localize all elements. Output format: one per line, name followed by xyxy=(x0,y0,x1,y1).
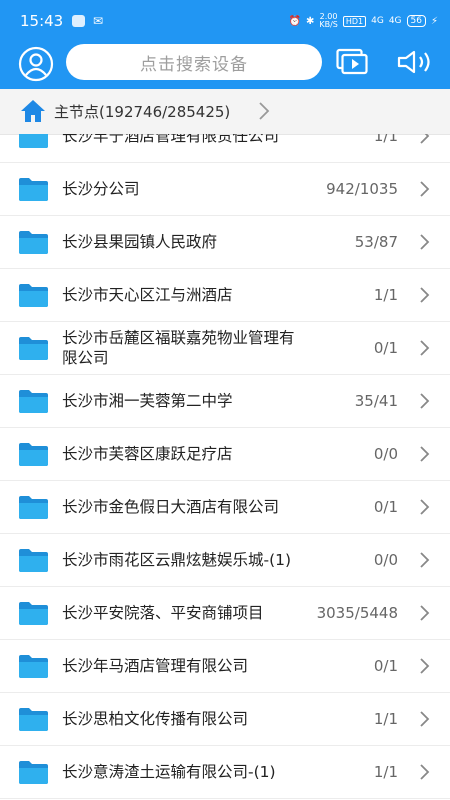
item-count: 0/1 xyxy=(373,339,398,357)
chevron-right-icon xyxy=(420,552,430,568)
network-speed: 2.00 KB/S xyxy=(319,13,338,29)
status-indicators: ⏰ ✱ 2.00 KB/S HD1 4G 4G 56 ⚡ xyxy=(288,13,438,29)
folder-icon xyxy=(19,390,48,413)
item-name: 长沙意涛渣土运输有限公司-(1) xyxy=(62,763,276,781)
item-name: 长沙平安院落、平安商铺项目 xyxy=(62,604,264,622)
status-time: 15:43 xyxy=(20,12,64,30)
bluetooth-icon: ✱ xyxy=(305,15,315,27)
list-item[interactable]: 长沙市金色假日大酒店有限公司 0/1 xyxy=(0,481,450,534)
item-name: 长沙思柏文化传播有限公司 xyxy=(62,710,249,728)
breadcrumb: 主节点(192746/285425) xyxy=(0,89,450,135)
folder-icon xyxy=(19,496,48,519)
list-item[interactable]: 长沙市湘一芙蓉第二中学 35/41 xyxy=(0,375,450,428)
item-count: 1/1 xyxy=(373,710,398,728)
charging-icon: ⚡ xyxy=(430,15,438,27)
item-count: 0/1 xyxy=(373,657,398,675)
item-count: 0/0 xyxy=(373,551,398,569)
item-count: 53/87 xyxy=(354,233,398,251)
item-count: 0/1 xyxy=(373,498,398,516)
chevron-right-icon xyxy=(420,340,430,356)
folder-icon xyxy=(19,443,48,466)
item-name: 长沙市芙蓉区康跃足疗店 xyxy=(62,445,233,463)
item-name: 长沙年马酒店管理有限公司 xyxy=(62,657,249,675)
item-name: 长沙市天心区江与洲酒店 xyxy=(62,286,233,304)
top-toolbar: 点击搜索设备 xyxy=(0,44,450,89)
folder-icon xyxy=(19,178,48,201)
item-name: 长沙市雨花区云鼎炫魅娱乐城-(1) xyxy=(62,551,292,569)
speed-unit: KB/S xyxy=(319,20,338,29)
chevron-right-icon xyxy=(420,446,430,462)
list-item[interactable]: 长沙市芙蓉区康跃足疗店 0/0 xyxy=(0,428,450,481)
item-count: 1/1 xyxy=(373,134,398,145)
item-name: 长沙市金色假日大酒店有限公司 xyxy=(62,498,280,516)
chevron-right-icon xyxy=(259,102,270,120)
user-icon[interactable] xyxy=(18,46,54,82)
list-item[interactable]: 长沙思柏文化传播有限公司 1/1 xyxy=(0,693,450,746)
folder-icon xyxy=(19,134,48,148)
item-count: 0/0 xyxy=(373,445,398,463)
list-item[interactable]: 长沙平安院落、平安商铺项目 3035/5448 xyxy=(0,587,450,640)
chevron-right-icon xyxy=(420,393,430,409)
search-input[interactable]: 点击搜索设备 xyxy=(66,44,322,80)
item-name: 长沙分公司 xyxy=(62,180,140,198)
item-count: 942/1035 xyxy=(326,180,398,198)
chevron-right-icon xyxy=(420,234,430,250)
node-list-inner: 长沙丰宁酒店管理有限责任公司 1/1 长沙分公司 942/1035 长沙县果园镇… xyxy=(0,134,450,799)
item-name: 长沙县果园镇人民政府 xyxy=(62,233,218,251)
folder-icon xyxy=(19,655,48,678)
list-item[interactable]: 长沙市岳麓区福联嘉苑物业管理有限公司 0/1 xyxy=(0,322,450,375)
node-list[interactable]: 长沙丰宁酒店管理有限责任公司 1/1 长沙分公司 942/1035 长沙县果园镇… xyxy=(0,134,450,800)
folder-icon xyxy=(19,602,48,625)
folder-icon xyxy=(19,761,48,784)
folder-icon xyxy=(19,549,48,572)
chevron-right-icon xyxy=(420,134,430,144)
chevron-right-icon xyxy=(420,499,430,515)
list-item[interactable]: 长沙市天心区江与洲酒店 1/1 xyxy=(0,269,450,322)
item-name: 长沙丰宁酒店管理有限责任公司 xyxy=(62,134,280,145)
folder-icon xyxy=(19,231,48,254)
list-item[interactable]: 长沙年马酒店管理有限公司 0/1 xyxy=(0,640,450,693)
alarm-icon: ⏰ xyxy=(288,15,301,27)
folder-icon xyxy=(19,337,48,360)
chevron-right-icon xyxy=(420,711,430,727)
folder-icon xyxy=(19,284,48,307)
list-item[interactable]: 长沙市雨花区云鼎炫魅娱乐城-(1) 0/0 xyxy=(0,534,450,587)
signal-1: 4G xyxy=(371,16,384,26)
item-count: 1/1 xyxy=(373,286,398,304)
item-name: 长沙市湘一芙蓉第二中学 xyxy=(62,392,233,410)
list-item[interactable]: 长沙意涛渣土运输有限公司-(1) 1/1 xyxy=(0,746,450,799)
gallery-notification-icon xyxy=(72,15,85,27)
chevron-right-icon xyxy=(420,658,430,674)
folder-icon xyxy=(19,708,48,731)
signal-2: 4G xyxy=(388,16,402,26)
chevron-right-icon xyxy=(420,287,430,303)
video-screen-icon[interactable] xyxy=(336,48,368,76)
battery-level: 56 xyxy=(406,15,426,27)
list-item[interactable]: 长沙分公司 942/1035 xyxy=(0,163,450,216)
chevron-right-icon xyxy=(420,764,430,780)
chevron-right-icon xyxy=(420,181,430,197)
list-item[interactable]: 长沙丰宁酒店管理有限责任公司 1/1 xyxy=(0,134,450,163)
breadcrumb-root[interactable]: 主节点(192746/285425) xyxy=(54,101,230,122)
item-count: 3035/5448 xyxy=(316,604,398,622)
home-icon[interactable] xyxy=(20,99,46,123)
status-bar: 15:43 ✉ ⏰ ✱ 2.00 KB/S HD1 4G 4G 56 ⚡ xyxy=(0,0,450,44)
speaker-icon[interactable] xyxy=(396,49,434,75)
hd-badge: HD1 xyxy=(342,15,367,27)
chevron-right-icon xyxy=(420,605,430,621)
item-count: 1/1 xyxy=(373,763,398,781)
list-item[interactable]: 长沙县果园镇人民政府 53/87 xyxy=(0,216,450,269)
chat-notification-icon: ✉ xyxy=(93,14,104,28)
item-name: 长沙市岳麓区福联嘉苑物业管理有限公司 xyxy=(62,329,295,367)
item-count: 35/41 xyxy=(354,392,398,410)
